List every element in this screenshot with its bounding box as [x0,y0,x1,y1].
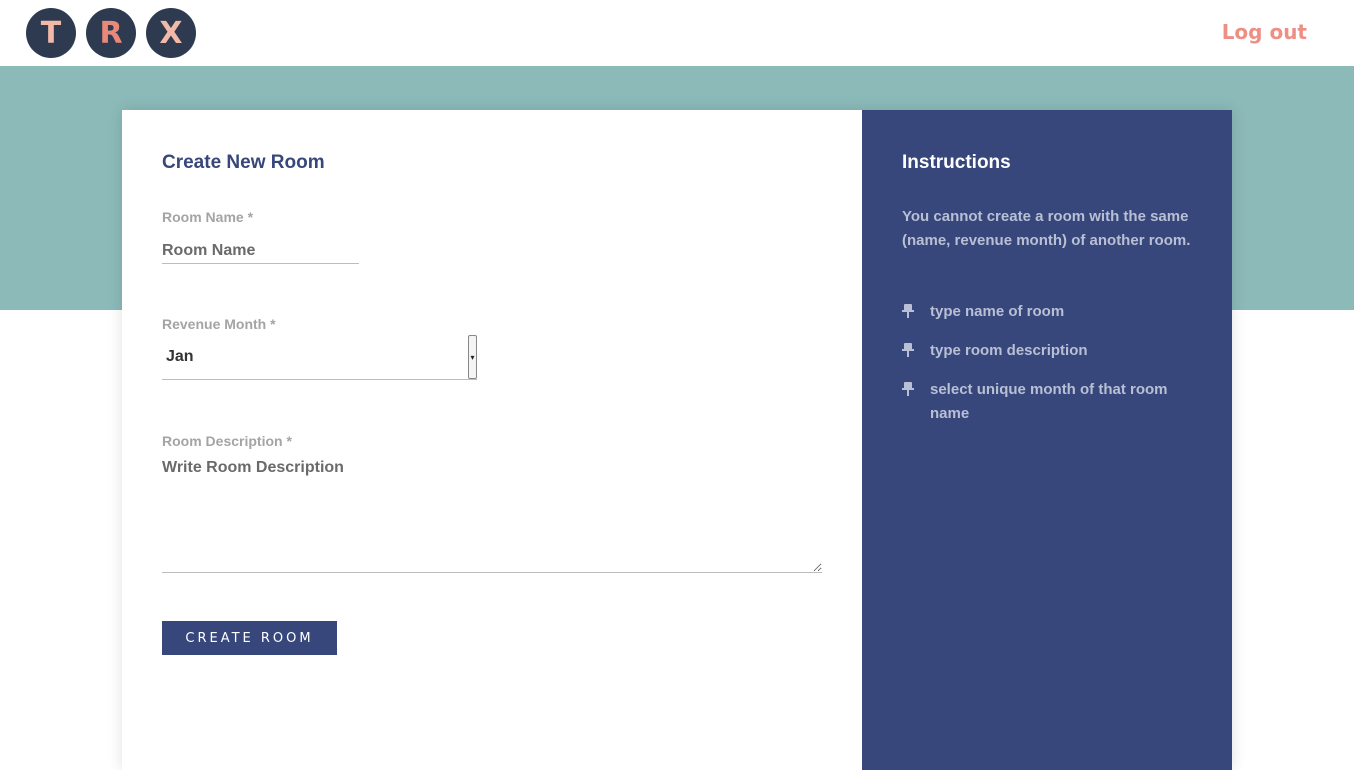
pin-icon [902,300,930,324]
create-room-form: Create New Room Room Name * Revenue Mont… [122,110,862,770]
instructions-list: type name of room type room description … [902,300,1202,441]
room-description-input[interactable] [162,459,822,573]
create-room-button[interactable]: CREATE ROOM [162,621,337,655]
pin-icon [902,339,930,363]
instruction-item: type room description [902,339,1202,363]
revenue-month-label: Revenue Month * [162,316,276,332]
logo-letter-r: R [86,8,136,58]
create-room-card: Create New Room Room Name * Revenue Mont… [122,110,1232,770]
pin-icon [902,378,930,402]
logo-letter-x: X [146,8,196,58]
instruction-text: select unique month of that room name [930,381,1168,422]
room-name-input[interactable] [162,238,359,264]
instruction-item: type name of room [902,300,1202,324]
room-description-label: Room Description * [162,433,292,449]
top-bar: T R X Log out [0,0,1354,66]
logo-letter-t: T [26,8,76,58]
logout-link[interactable]: Log out [1222,20,1307,44]
chevron-down-icon[interactable]: ▾ [468,335,477,379]
instructions-panel: Instructions You cannot create a room wi… [862,110,1232,770]
logo-letter-t-text: T [40,15,62,51]
revenue-month-select[interactable]: Jan ▾ [162,335,477,380]
room-name-label: Room Name * [162,209,254,225]
instructions-note: You cannot create a room with the same (… [902,208,1191,249]
instruction-item: select unique month of that room name [902,378,1202,426]
logo[interactable]: T R X [26,8,196,58]
instructions-title: Instructions [902,152,1011,173]
form-title: Create New Room [162,152,325,173]
logo-letter-x-text: X [159,15,183,51]
revenue-month-value: Jan [166,348,194,365]
logo-letter-r-text: R [99,15,123,51]
instruction-text: type name of room [930,303,1065,320]
instruction-text: type room description [930,342,1088,359]
